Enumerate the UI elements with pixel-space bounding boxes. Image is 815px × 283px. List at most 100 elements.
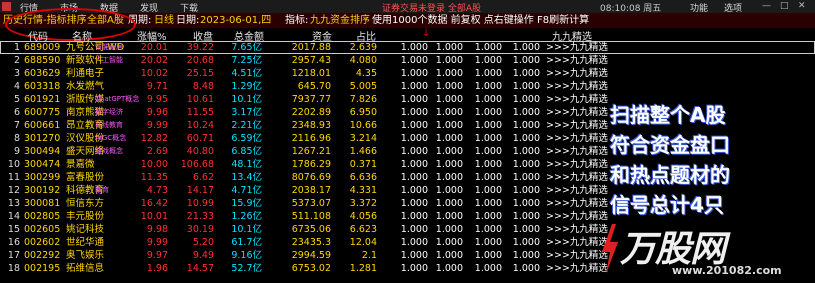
- stock-code: 300474: [24, 159, 61, 170]
- fund-ratio: 10.66: [349, 120, 377, 131]
- fund-ratio: 1.466: [349, 146, 377, 157]
- signal-label: >>>九九精选: [546, 159, 608, 170]
- indicator-value: 1.000: [474, 224, 502, 235]
- stock-name: 姚记科技: [66, 224, 105, 235]
- close-price: 11.55: [186, 107, 214, 118]
- header-note: 使用1000个数据 前复权 点右键操作 F8刷新计算: [372, 15, 590, 26]
- change-pct: 9.97: [146, 250, 168, 261]
- stock-code: 300192: [24, 185, 61, 196]
- indicator-value: 1.000: [435, 198, 463, 209]
- table-row[interactable]: 1 689009 九号公司-WD 智能家居 20.01 39.22 7.65亿 2017.88…: [0, 41, 815, 54]
- indicator-value: 1.000: [512, 263, 540, 274]
- indicator-value: 1.000: [512, 185, 540, 196]
- total-amount: 1.26亿: [231, 211, 262, 222]
- stock-code: 002805: [24, 211, 61, 222]
- row-index: 4: [13, 81, 20, 92]
- date-label: 日期:: [176, 15, 200, 26]
- total-amount: 15.9亿: [231, 198, 262, 209]
- signal-label: >>>九九精选: [546, 107, 608, 118]
- indicator-value: 1.000: [435, 211, 463, 222]
- close-price: 30.19: [186, 224, 214, 235]
- close-price: 14.57: [186, 263, 214, 274]
- indicator-value: 1.000: [512, 159, 540, 170]
- overlay-line: 信号总计4只: [610, 193, 724, 217]
- stock-code: 300494: [24, 146, 61, 157]
- indicator-value[interactable]: 九九资金排序: [310, 13, 370, 28]
- signal-label: >>>九九精选: [546, 42, 608, 53]
- total-amount: 6.59亿: [231, 133, 262, 144]
- change-pct: 9.99: [146, 237, 168, 248]
- stock-code: 600661: [24, 120, 61, 131]
- indicator-value: 1.000: [512, 81, 540, 92]
- total-amount: 10.1亿: [231, 224, 262, 235]
- period-value[interactable]: 日线: [154, 13, 174, 28]
- fund-ratio: 7.826: [349, 94, 377, 105]
- change-pct: 10.00: [140, 159, 168, 170]
- indicator-value: 1.000: [400, 159, 428, 170]
- total-amount: 3.17亿: [231, 107, 262, 118]
- indicator-value: 1.000: [435, 159, 463, 170]
- minimize-icon[interactable]: —: [762, 1, 771, 11]
- fund-value: 8076.69: [291, 172, 331, 183]
- row-index: 15: [7, 224, 20, 235]
- stock-code: 601921: [24, 94, 61, 105]
- close-icon[interactable]: ✕: [798, 1, 806, 11]
- table-row[interactable]: 2 688590 新致软件 人工智能 20.02 20.68 7.25亿 2957.43 4.0…: [0, 54, 815, 67]
- indicator-value: 1.000: [435, 133, 463, 144]
- indicator-value: 1.000: [400, 133, 428, 144]
- indicator-value: 1.000: [512, 133, 540, 144]
- change-pct: 9.98: [146, 224, 168, 235]
- stock-name: 水发燃气: [66, 81, 105, 92]
- table-row[interactable]: 4 603318 水发燃气 9.71 8.48 1.29亿 645.70 5.005 1.000…: [0, 80, 815, 93]
- indicator-value: 1.000: [400, 81, 428, 92]
- close-price: 21.33: [186, 211, 214, 222]
- total-amount: 61.7亿: [231, 237, 262, 248]
- date-value[interactable]: 2023-06-01,四: [200, 13, 271, 28]
- stock-code: 603629: [24, 68, 61, 79]
- row-index: 3: [13, 68, 20, 79]
- indicator-value: 1.000: [474, 211, 502, 222]
- row-index: 6: [13, 107, 20, 118]
- indicator-value: 1.000: [474, 94, 502, 105]
- indicator-value: 1.000: [512, 94, 540, 105]
- fund-ratio: 4.080: [349, 55, 377, 66]
- indicator-value: 1.000: [400, 42, 428, 53]
- row-index: 11: [7, 172, 20, 183]
- concept-tag: 在线教育: [95, 121, 123, 129]
- indicator-value: 1.000: [400, 250, 428, 261]
- fund-value: 2038.17: [291, 185, 331, 196]
- fund-value: 2957.43: [291, 55, 331, 66]
- overlay-line: 扫描整个A股: [610, 103, 726, 127]
- close-price: 40.80: [186, 146, 214, 157]
- table-row[interactable]: 3 603629 利通电子 10.02 25.15 4.51亿 1218.01 4.35 1.0…: [0, 67, 815, 80]
- fund-value: 1218.01: [291, 68, 331, 79]
- indicator-value: 1.000: [435, 42, 463, 53]
- stock-code: 689009: [24, 42, 61, 53]
- indicator-value: 1.000: [435, 172, 463, 183]
- lightning-icon: [602, 224, 618, 274]
- fund-ratio: 12.04: [349, 237, 377, 248]
- indicator-value: 1.000: [400, 172, 428, 183]
- fund-value: 5373.07: [291, 198, 331, 209]
- row-index: 14: [7, 211, 20, 222]
- fund-value: 1267.21: [291, 146, 331, 157]
- indicator-value: 1.000: [474, 42, 502, 53]
- change-pct: 16.42: [140, 198, 168, 209]
- fund-ratio: 5.005: [349, 81, 377, 92]
- fund-ratio: 4.35: [355, 68, 377, 79]
- fund-value: 645.70: [297, 81, 331, 92]
- close-price: 5.20: [192, 237, 214, 248]
- indicator-value: 1.000: [435, 237, 463, 248]
- signal-label: >>>九九精选: [546, 237, 608, 248]
- indicator-value: 1.000: [512, 120, 540, 131]
- indicator-value: 1.000: [512, 107, 540, 118]
- maximize-icon[interactable]: □: [780, 1, 789, 11]
- change-pct: 20.01: [140, 42, 168, 53]
- total-amount: 7.25亿: [231, 55, 262, 66]
- fund-value: 2202.89: [291, 107, 331, 118]
- signal-label: >>>九九精选: [546, 198, 608, 209]
- fund-ratio: 4.331: [349, 185, 377, 196]
- change-pct: 9.95: [146, 94, 168, 105]
- total-amount: 2.21亿: [231, 120, 262, 131]
- fund-value: 6753.02: [291, 263, 331, 274]
